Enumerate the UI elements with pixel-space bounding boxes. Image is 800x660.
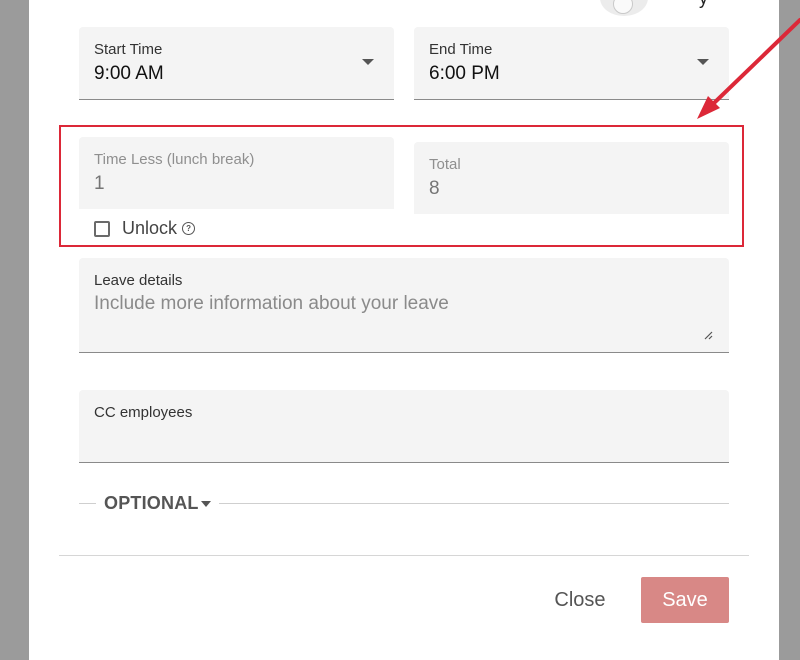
start-time-label: Start Time	[94, 41, 163, 58]
end-time-value: 6:00 PM	[429, 63, 500, 84]
start-time-select[interactable]: Start Time 9:00 AM	[79, 27, 394, 100]
close-button[interactable]: Close	[535, 580, 625, 620]
time-less-field[interactable]: Time Less (lunch break) 1	[79, 137, 394, 209]
leave-details-textarea[interactable]: Leave details Include more information a…	[79, 258, 729, 353]
end-time-select[interactable]: End Time 6:00 PM	[414, 27, 729, 100]
leave-request-dialog: y Start Time 9:00 AM End Time 6:00 PM Ti…	[29, 0, 779, 660]
total-field: Total 8	[414, 142, 729, 214]
dropdown-arrow-icon	[697, 59, 709, 65]
cc-employees-label: CC employees	[94, 404, 193, 421]
help-icon[interactable]: ?	[182, 222, 196, 235]
caret-down-icon	[201, 501, 211, 507]
time-less-label: Time Less (lunch break)	[94, 151, 255, 168]
toggle-label: y	[699, 0, 708, 9]
cc-employees-field[interactable]: CC employees	[79, 390, 729, 463]
resize-handle-icon[interactable]	[703, 330, 713, 340]
divider	[219, 503, 729, 504]
leave-details-label: Leave details	[94, 272, 183, 289]
unlock-label: Unlock	[122, 218, 178, 238]
save-button[interactable]: Save	[641, 577, 729, 623]
toggle-switch[interactable]	[600, 0, 648, 16]
time-less-value: 1	[94, 173, 105, 194]
total-label: Total	[429, 156, 461, 173]
optional-label: OPTIONAL	[104, 493, 199, 513]
optional-section-toggle[interactable]: OPTIONAL	[79, 493, 729, 515]
dropdown-arrow-icon	[362, 59, 374, 65]
end-time-label: End Time	[429, 41, 493, 58]
footer-divider	[59, 555, 749, 556]
start-time-value: 9:00 AM	[94, 63, 164, 84]
total-value: 8	[429, 178, 440, 199]
unlock-checkbox[interactable]	[94, 220, 110, 237]
leave-details-placeholder: Include more information about your leav…	[94, 293, 449, 314]
divider	[79, 503, 96, 504]
unlock-checkbox-row[interactable]: Unlock ?	[94, 218, 196, 239]
